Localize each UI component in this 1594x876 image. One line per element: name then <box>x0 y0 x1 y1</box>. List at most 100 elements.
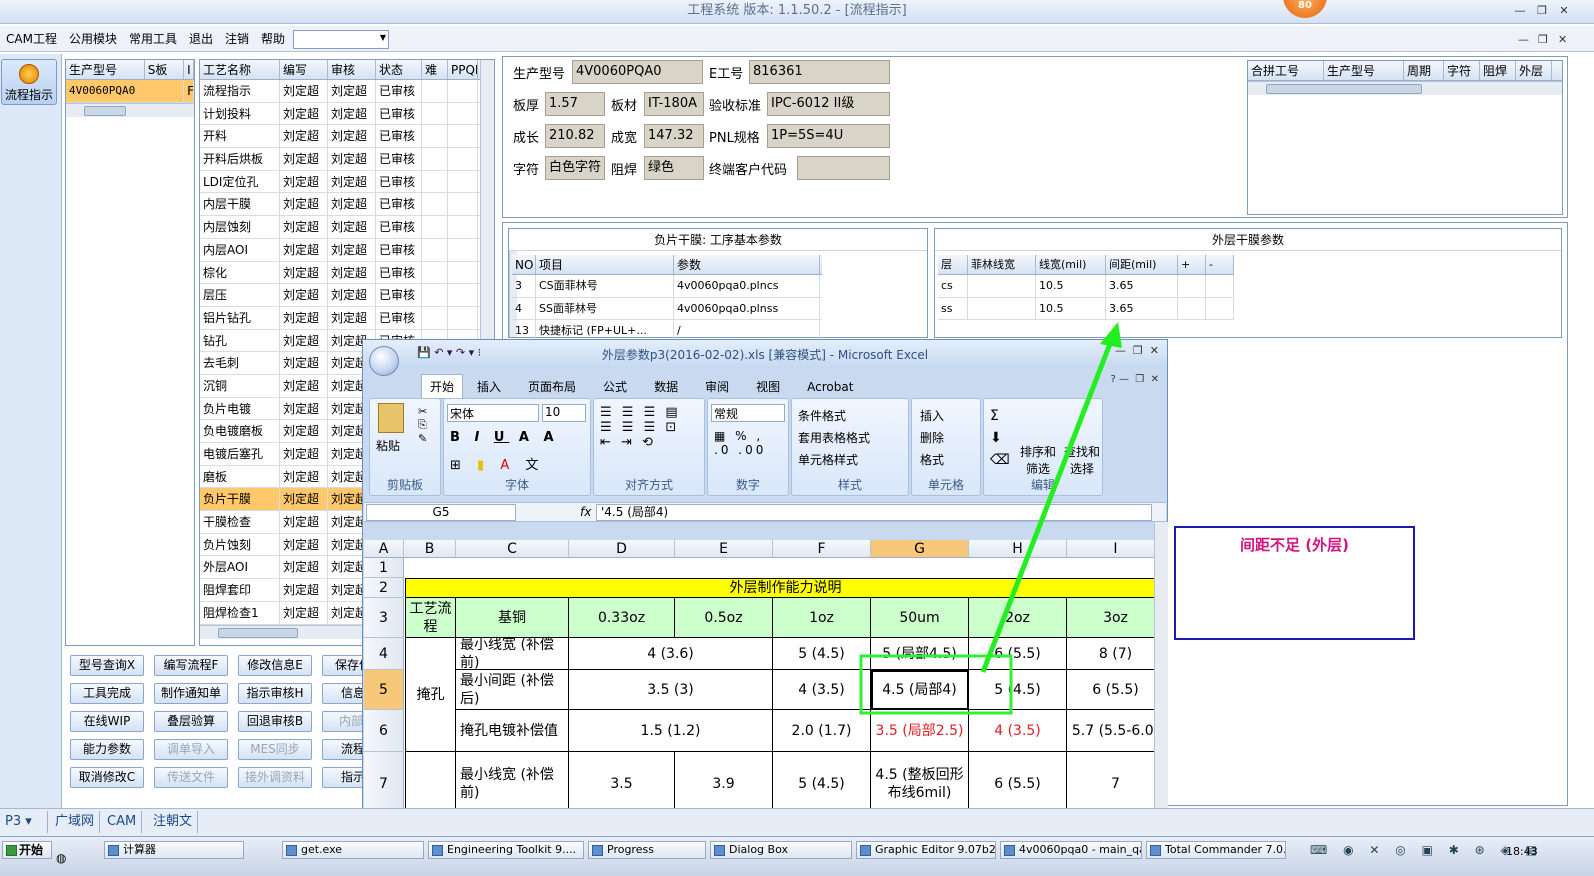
name-box[interactable]: G5 <box>366 504 516 521</box>
field-length[interactable]: 210.82 <box>545 124 605 148</box>
row-header[interactable]: 2 <box>364 578 404 598</box>
nav-flow-button[interactable]: 流程指示 <box>1 59 57 105</box>
menu-combo[interactable]: ▼ <box>293 30 389 49</box>
action-button[interactable]: 编写流程F <box>154 655 228 676</box>
tab-layout[interactable]: 页面布局 <box>528 378 576 395</box>
minimize-icon[interactable]: — <box>1512 3 1528 19</box>
param-col[interactable]: 菲林线宽 <box>968 255 1036 274</box>
horizontal-scrollbar[interactable] <box>1248 81 1562 95</box>
table-row[interactable]: 内层蚀刻 刘定超 刘定超 已审核 <box>200 216 494 239</box>
font-name-box[interactable]: 宋体 <box>447 404 539 422</box>
taskbar-item[interactable]: Total Commander 7.0... <box>1146 841 1286 859</box>
number-icons[interactable]: ▦ % , .0 .00 <box>714 429 766 457</box>
param-col[interactable]: 线宽(mil) <box>1036 255 1106 274</box>
param-col[interactable]: 间距(mil) <box>1106 255 1178 274</box>
tab-view[interactable]: 视图 <box>756 378 780 395</box>
action-button[interactable]: 修改信息E <box>238 655 312 676</box>
function-icon[interactable]: fx <box>580 505 591 519</box>
param-col[interactable]: + <box>1178 255 1206 274</box>
sheet-cell[interactable]: 3.9 <box>675 752 773 816</box>
action-button[interactable]: 叠层验算 <box>154 711 228 732</box>
action-button[interactable]: 回退审核B <box>238 711 312 732</box>
sheet-cell[interactable]: 3.5 <box>569 752 675 816</box>
quicklaunch-icon[interactable]: ◍ <box>56 851 66 865</box>
col-model[interactable]: 生产型号 <box>66 60 145 79</box>
row-header[interactable]: 6 <box>364 710 404 752</box>
tab-wan[interactable]: 广域网 <box>50 811 101 833</box>
table-row[interactable]: 流程指示 刘定超 刘定超 已审核 <box>200 80 494 103</box>
column-header[interactable]: E <box>675 540 773 558</box>
action-button[interactable]: 在线WIP <box>70 711 144 732</box>
table-row[interactable]: 内层干膜 刘定超 刘定超 已审核 <box>200 193 494 217</box>
column-header[interactable]: A <box>364 540 404 558</box>
param-col[interactable]: 参数 <box>674 255 820 274</box>
col-author[interactable]: 编写 <box>280 60 328 79</box>
field-eno[interactable]: 816361 <box>749 60 890 84</box>
row-header[interactable]: 5 <box>364 670 404 710</box>
mdi-minimize-icon[interactable]: — <box>1518 33 1529 46</box>
sheet-cell[interactable]: 1.5 (1.2) <box>569 710 773 752</box>
field-model[interactable]: 4V0060PQA0 <box>572 60 703 84</box>
col-reviewer[interactable]: 审核 <box>328 60 376 79</box>
border-fill-color-icons[interactable]: ⊞ ▮ A 文 <box>450 454 544 473</box>
action-button[interactable]: 传送文件 <box>154 767 228 788</box>
header-cell[interactable]: 工艺流程 <box>405 598 456 638</box>
col-process[interactable]: 工艺名称 <box>200 60 280 79</box>
action-button[interactable]: 取消修改C <box>70 767 144 788</box>
field-material[interactable]: IT-180A <box>644 92 704 116</box>
action-button[interactable]: 接外调资料 <box>238 767 312 788</box>
menu-exit[interactable]: 退出 <box>183 26 219 52</box>
field-soldermask[interactable]: 绿色 <box>644 156 704 180</box>
tab-acrobat[interactable]: Acrobat <box>807 380 853 394</box>
sheet-cell[interactable]: 7 <box>1067 752 1154 816</box>
col-difficulty[interactable]: 难 <box>422 60 448 79</box>
table-row[interactable]: 计划投料 刘定超 刘定超 已审核 <box>200 102 494 126</box>
sheet-cell[interactable]: 4 (3.6) <box>569 638 773 670</box>
param-col[interactable]: 层 <box>938 255 968 274</box>
tab-review[interactable]: 审阅 <box>705 378 729 395</box>
action-button[interactable]: 工具完成 <box>70 683 144 704</box>
table-row[interactable]: 4V0060PQA0 F <box>66 80 194 103</box>
tab-cam[interactable]: CAM <box>102 811 143 833</box>
merge-col[interactable]: 外层 <box>1516 61 1552 80</box>
sheet-cell[interactable]: 4.5 (整板回形布线6mil) <box>871 752 969 816</box>
param-col[interactable]: - <box>1206 255 1234 274</box>
merge-col[interactable]: 字符 <box>1444 61 1480 80</box>
col-s[interactable]: S板 <box>145 60 185 79</box>
taskbar-item[interactable]: Graphic Editor 9.07b2... <box>856 841 996 859</box>
action-button[interactable]: 型号查询X <box>70 655 144 676</box>
table-row[interactable]: cs 10.5 3.65 <box>938 275 1234 298</box>
action-button[interactable]: 制作通知单 <box>154 683 228 704</box>
table-row[interactable]: 开料后烘板 刘定超 刘定超 已审核 <box>200 148 494 171</box>
column-header[interactable]: D <box>569 540 675 558</box>
sheet-cell[interactable]: 5 (4.5) <box>773 752 871 816</box>
column-header[interactable]: B <box>404 540 456 558</box>
merge-col[interactable]: 阻焊 <box>1480 61 1516 80</box>
field-thickness[interactable]: 1.57 <box>545 92 605 116</box>
field-pnl[interactable]: 1P=5S=4U <box>767 124 890 148</box>
tab-user[interactable]: 注朝文 <box>148 811 199 833</box>
menu-tools[interactable]: 常用工具 <box>123 26 183 52</box>
taskbar-item[interactable]: Progress <box>588 841 706 859</box>
mdi-close-icon[interactable]: ✕ <box>1558 33 1567 46</box>
menu-help[interactable]: 帮助 <box>255 26 291 52</box>
param-col[interactable]: 项目 <box>536 255 674 274</box>
table-row[interactable]: 4 SS面菲林号 4v0060pqa0.plnss <box>512 297 822 321</box>
field-silkscreen[interactable]: 白色字符 <box>545 156 605 180</box>
group-cell[interactable]: 掩孔 <box>405 638 456 752</box>
menu-logout[interactable]: 注销 <box>219 26 255 52</box>
action-button[interactable]: 指示审核H <box>238 683 312 704</box>
start-button[interactable]: 开始 <box>2 841 52 859</box>
menu-cam[interactable]: CAM工程 <box>0 26 63 52</box>
restore-icon[interactable]: ❐ <box>1534 3 1550 19</box>
merge-col[interactable]: 生产型号 <box>1324 61 1404 80</box>
action-button[interactable]: 调单导入 <box>154 739 228 760</box>
table-row[interactable]: 内层AOI 刘定超 刘定超 已审核 <box>200 238 494 262</box>
table-row[interactable]: 开料 刘定超 刘定超 已审核 <box>200 125 494 149</box>
taskbar-item[interactable]: 计算器 <box>104 841 244 859</box>
header-cell[interactable]: 基铜 <box>456 598 569 638</box>
tab-home[interactable]: 开始 <box>421 374 464 399</box>
taskbar-item[interactable]: get.exe <box>282 841 424 859</box>
row-header[interactable]: 1 <box>364 558 404 578</box>
menu-public[interactable]: 公用模块 <box>63 26 123 52</box>
